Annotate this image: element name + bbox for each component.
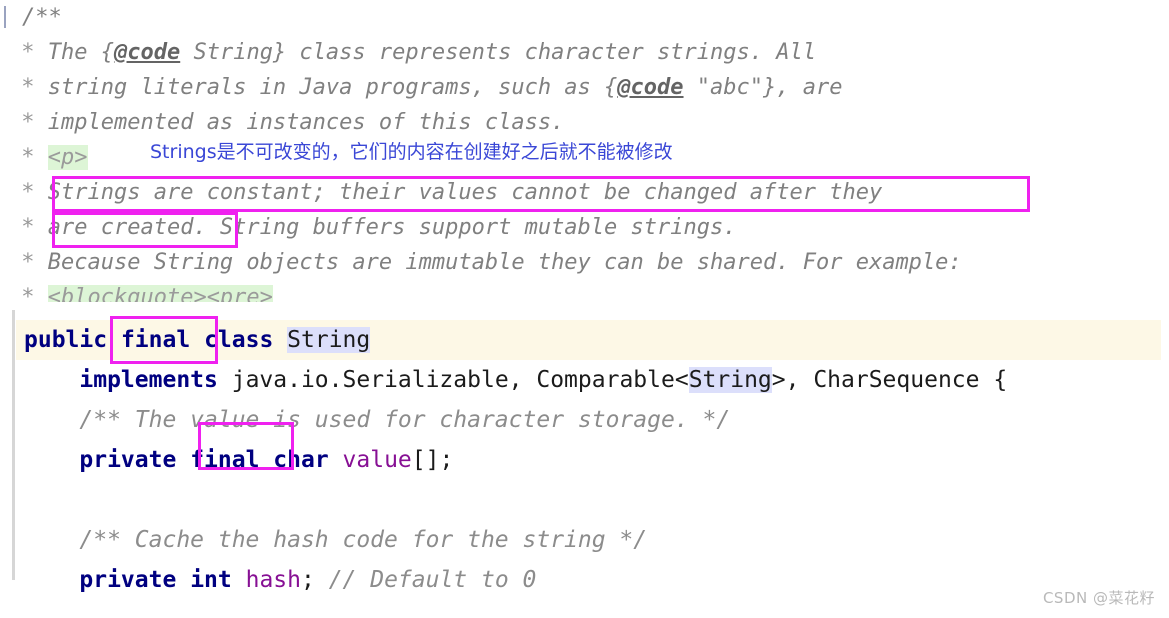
javadoc-line-1[interactable]: * The {@code String} class represents ch… xyxy=(0,35,1169,70)
javadoc-text-2b: "abc"}, are xyxy=(683,75,843,100)
javadoc-line-5[interactable]: * Strings are constant; their values can… xyxy=(0,175,1169,210)
code-line-class-decl[interactable]: public final class String xyxy=(0,320,1169,360)
javadoc-text-6: are created. String buffers support muta… xyxy=(47,215,737,240)
javadoc-star: * xyxy=(8,180,48,205)
javadoc-star: * xyxy=(8,285,48,302)
javadoc-text-1: The { xyxy=(47,40,114,65)
javadoc-star: * xyxy=(8,215,48,240)
javadoc-line-open[interactable]: /** xyxy=(0,0,1169,35)
code-token: String xyxy=(287,327,371,353)
code-token: /** Cache the hash code for the string *… xyxy=(79,527,648,553)
javadoc-text-7: Because String objects are immutable the… xyxy=(47,250,962,275)
code-line-hash-field[interactable]: private int hash; // Default to 0 xyxy=(0,560,1169,596)
code-line-implements-decl[interactable]: implements java.io.Serializable, Compara… xyxy=(0,360,1169,400)
javadoc-open-token: /** xyxy=(22,5,62,30)
javadoc-comment-pane[interactable]: /** * The {@code String} class represent… xyxy=(0,0,1169,302)
javadoc-code-tag-2: @code xyxy=(617,75,684,100)
code-token: /** The value is used for character stor… xyxy=(79,407,731,433)
code-token: String xyxy=(688,367,772,393)
javadoc-text-2: string literals in Java programs, such a… xyxy=(47,75,618,100)
javadoc-text-5: Strings are constant; their values canno… xyxy=(47,180,883,205)
javadoc-line-8[interactable]: * <blockquote><pre> xyxy=(0,280,1169,302)
code-line-hash-doc[interactable]: /** Cache the hash code for the string *… xyxy=(0,520,1169,560)
javadoc-blockquote-tag: <blockquote><pre> xyxy=(47,285,273,302)
javadoc-star: * xyxy=(8,75,48,100)
code-line-value-doc[interactable]: /** The value is used for character stor… xyxy=(0,400,1169,440)
code-token: java.io.Serializable, Comparable< xyxy=(217,367,689,393)
java-source-pane[interactable]: public final class String implements jav… xyxy=(0,302,1169,596)
code-token: final xyxy=(120,327,191,353)
javadoc-text-3: implemented as instances of this class. xyxy=(47,110,565,135)
code-token: // Default to 0 xyxy=(328,567,537,593)
javadoc-star: * xyxy=(8,145,48,170)
code-token: private xyxy=(79,567,177,593)
javadoc-star: * xyxy=(8,110,48,135)
csdn-watermark: CSDN @菜花籽 xyxy=(1042,589,1155,607)
code-token: >, CharSequence { xyxy=(771,367,1008,393)
code-token: private xyxy=(79,447,177,473)
code-token: class xyxy=(204,327,274,353)
code-token: implements xyxy=(79,367,218,393)
code-token: char xyxy=(273,447,329,473)
javadoc-star: * xyxy=(8,250,48,275)
code-line-blank-1[interactable] xyxy=(0,480,1169,520)
code-token: value xyxy=(342,447,412,473)
javadoc-line-7[interactable]: * Because String objects are immutable t… xyxy=(0,245,1169,280)
chinese-annotation-note: Strings是不可改变的，它们的内容在创建好之后就不能被修改 xyxy=(150,141,673,163)
code-token: []; xyxy=(411,447,454,473)
javadoc-text-1b: String} class represents character strin… xyxy=(180,40,816,65)
javadoc-line-6[interactable]: * are created. String buffers support mu… xyxy=(0,210,1169,245)
javadoc-line-3[interactable]: * implemented as instances of this class… xyxy=(0,105,1169,140)
javadoc-star: * xyxy=(8,40,48,65)
code-line-value-field[interactable]: private final char value[]; xyxy=(0,440,1169,480)
javadoc-code-tag: @code xyxy=(113,40,181,65)
code-token: final xyxy=(190,447,260,473)
javadoc-line-2[interactable]: * string literals in Java programs, such… xyxy=(0,70,1169,105)
code-token: public xyxy=(24,327,108,353)
code-token: int xyxy=(190,567,232,593)
code-token: hash xyxy=(245,567,301,593)
javadoc-p-tag: <p> xyxy=(47,145,88,170)
code-line-list[interactable]: public final class String implements jav… xyxy=(0,320,1169,596)
code-token: ; xyxy=(300,567,329,593)
code-editor-view: /** * The {@code String} class represent… xyxy=(0,0,1169,618)
